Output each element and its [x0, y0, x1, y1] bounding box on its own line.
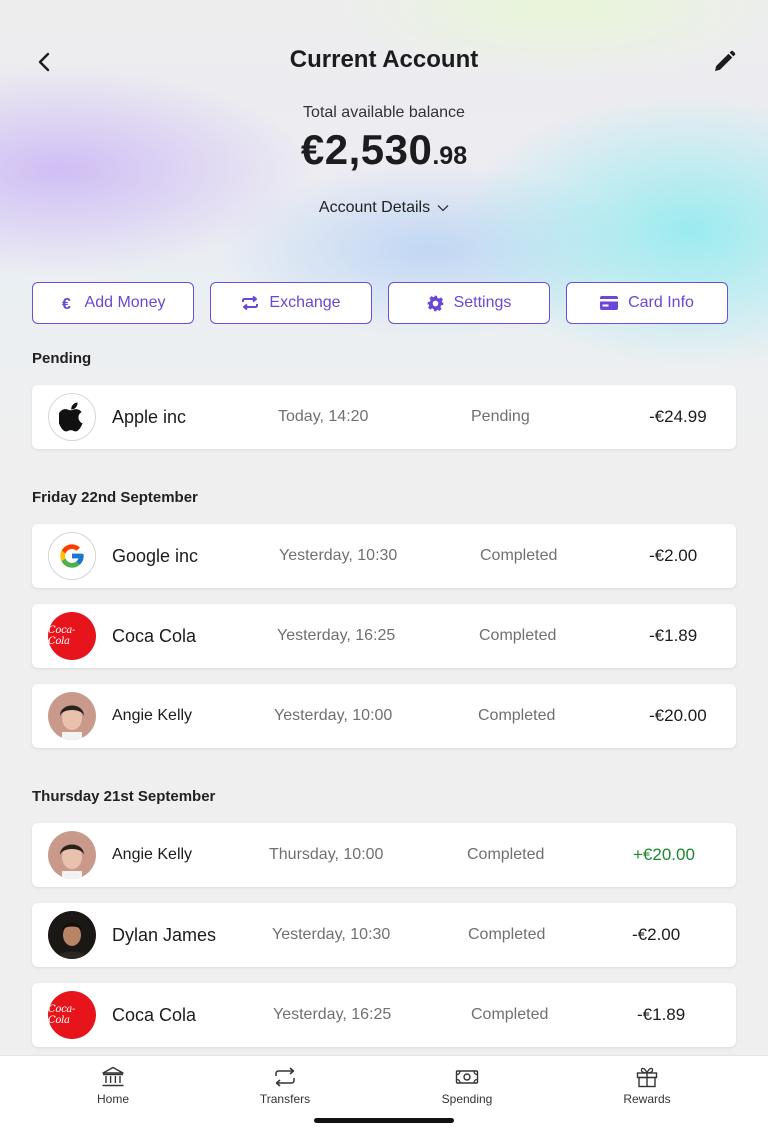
- transaction-time: Yesterday, 10:30: [279, 547, 398, 564]
- euro-icon: €: [62, 296, 71, 311]
- tab-transfers-label: Transfers: [259, 1092, 311, 1106]
- person-avatar: [48, 831, 96, 879]
- transaction-amount: -€1.89: [637, 1005, 686, 1024]
- transaction-status: Completed: [480, 547, 558, 564]
- coca-cola-logo: Coca-Cola: [48, 991, 96, 1039]
- chevron-down-icon: [437, 205, 449, 212]
- section-title-pending: Pending: [32, 350, 92, 367]
- transaction-amount: -€2.00: [632, 925, 681, 944]
- transaction-status: Pending: [471, 408, 530, 425]
- settings-button[interactable]: Settings: [388, 282, 550, 324]
- transaction-status: Completed: [468, 926, 546, 943]
- transaction-row[interactable]: Angie Kelly Yesterday, 10:00 Completed -…: [32, 684, 736, 748]
- transaction-amount: +€20.00: [633, 845, 695, 864]
- transaction-status: Completed: [479, 627, 557, 644]
- account-details-label: Account Details: [318, 199, 431, 216]
- gift-icon: [636, 1067, 658, 1088]
- bank-icon: [102, 1066, 124, 1087]
- transaction-status: Completed: [471, 1006, 549, 1023]
- edit-button[interactable]: [710, 48, 738, 76]
- person-photo: [48, 831, 96, 879]
- page-title: Current Account: [289, 46, 479, 73]
- person-avatar: [48, 692, 96, 740]
- transaction-row[interactable]: Apple inc Today, 14:20 Pending -€24.99: [32, 385, 736, 449]
- gear-icon: [427, 295, 443, 311]
- transaction-name: Google inc: [112, 546, 199, 566]
- transaction-time: Thursday, 10:00: [269, 846, 384, 863]
- exchange-label: Exchange: [269, 294, 341, 311]
- transaction-name: Dylan James: [112, 925, 217, 945]
- transaction-amount: -€1.89: [649, 626, 698, 645]
- pencil-icon: [715, 50, 736, 71]
- google-logo: [48, 532, 96, 580]
- tab-rewards[interactable]: Rewards: [587, 1066, 707, 1106]
- apple-logo: [48, 393, 96, 441]
- tab-spending[interactable]: Spending: [407, 1066, 527, 1106]
- balance-main: €2,530: [300, 126, 433, 173]
- balance-decimals: .98: [432, 142, 468, 170]
- add-money-label: Add Money: [84, 294, 166, 311]
- coca-cola-wordmark: Coca-Cola: [48, 1004, 76, 1026]
- balance-label: Total available balance: [303, 104, 465, 121]
- transaction-time: Yesterday, 10:30: [272, 926, 391, 943]
- transaction-row[interactable]: Coca-Cola Coca Cola Yesterday, 16:25 Com…: [32, 604, 736, 668]
- transaction-time: Yesterday, 10:00: [274, 707, 393, 724]
- transaction-time: Yesterday, 16:25: [273, 1006, 392, 1023]
- person-avatar: [48, 911, 96, 959]
- balance-amount: €2,530.98: [0, 126, 768, 174]
- transaction-amount: -€2.00: [649, 546, 698, 565]
- transaction-status: Completed: [478, 707, 556, 724]
- transaction-name: Apple inc: [112, 407, 187, 427]
- transaction-row[interactable]: Dylan James Yesterday, 10:30 Completed -…: [32, 903, 736, 967]
- google-icon: [60, 544, 84, 568]
- card-info-label: Card Info: [628, 294, 694, 311]
- card-info-button[interactable]: Card Info: [566, 282, 728, 324]
- transaction-time: Yesterday, 16:25: [277, 627, 396, 644]
- coca-cola-wordmark: Coca-Cola: [48, 625, 76, 647]
- coca-cola-logo: Coca-Cola: [48, 612, 96, 660]
- section-title-thursday: Thursday 21st September: [32, 788, 216, 805]
- add-money-button[interactable]: € Add Money: [32, 282, 194, 324]
- tab-transfers[interactable]: Transfers: [225, 1066, 345, 1106]
- person-photo: [48, 911, 96, 959]
- transaction-row[interactable]: Google inc Yesterday, 10:30 Completed -€…: [32, 524, 736, 588]
- apple-icon: [59, 402, 83, 432]
- transaction-name: Angie Kelly: [112, 846, 193, 863]
- transaction-row[interactable]: Angie Kelly Thursday, 10:00 Completed +€…: [32, 823, 736, 887]
- transaction-status: Completed: [467, 846, 545, 863]
- transaction-row[interactable]: Coca-Cola Coca Cola Yesterday, 16:25 Com…: [32, 983, 736, 1047]
- transfers-icon: [275, 1067, 295, 1087]
- transaction-time: Today, 14:20: [278, 408, 369, 425]
- section-title-friday: Friday 22nd September: [32, 489, 198, 506]
- transaction-amount: -€20.00: [649, 706, 707, 725]
- tab-spending-label: Spending: [441, 1092, 493, 1106]
- tab-home[interactable]: Home: [53, 1066, 173, 1106]
- person-photo: [48, 692, 96, 740]
- exchange-button[interactable]: Exchange: [210, 282, 372, 324]
- exchange-icon: [242, 295, 259, 311]
- svg-text:€: €: [62, 296, 71, 311]
- transaction-amount: -€24.99: [649, 407, 707, 426]
- tab-rewards-label: Rewards: [623, 1092, 671, 1106]
- quick-actions: € Add Money Exchange Settings Card Info: [32, 282, 736, 324]
- home-indicator: [314, 1118, 454, 1123]
- account-details-toggle[interactable]: Account Details: [0, 199, 768, 217]
- cash-icon: [455, 1070, 479, 1084]
- transaction-name: Coca Cola: [112, 626, 197, 646]
- card-icon: [600, 296, 619, 310]
- transaction-name: Coca Cola: [112, 1005, 197, 1025]
- tab-home-label: Home: [96, 1092, 129, 1106]
- settings-label: Settings: [453, 294, 512, 311]
- transaction-name: Angie Kelly: [112, 707, 193, 724]
